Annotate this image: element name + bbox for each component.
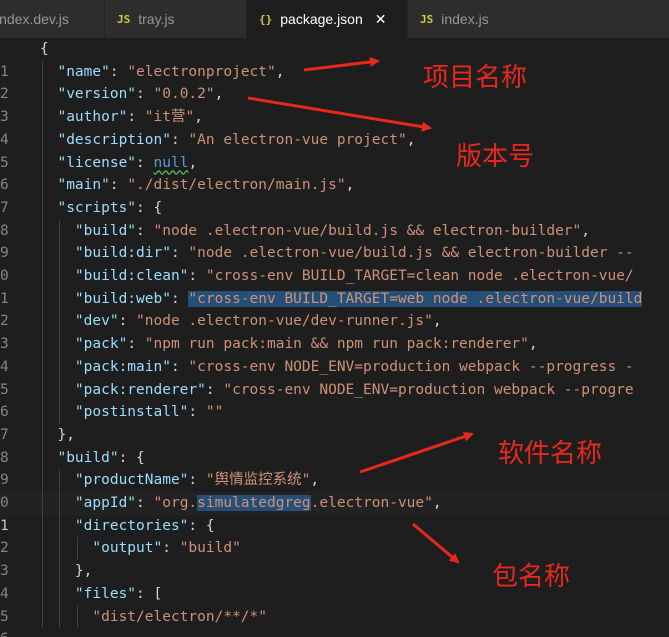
json-string-highlighted: "cross-env BUILD_TARGET=web node .electr… (188, 290, 643, 307)
json-string: "node .electron-vue/build.js && electron… (153, 222, 582, 239)
indent-guide (59, 219, 60, 424)
json-key: "name" (57, 63, 110, 80)
code-token: { (40, 41, 49, 57)
tab-tray-js[interactable]: JS tray.js (105, 0, 247, 38)
json-string: "npm run pack:main && npm run pack:rende… (144, 336, 529, 353)
indent-guide (77, 537, 78, 561)
code-token: }, (57, 426, 75, 443)
code-editor[interactable]: 1 { 2 "name": "electronproject", 3 "vers… (0, 38, 669, 637)
tab-index-js[interactable]: JS index.js (408, 0, 669, 38)
code-token: }, (74, 563, 93, 580)
code-line: 7 "main": "./dist/electron/main.js", (0, 174, 669, 216)
json-string: "cross-env NODE_ENV=production webpack -… (223, 381, 634, 398)
json-string: "./dist/electron/main.js" (127, 177, 346, 194)
code-line: 3 "version": "0.0.2", (0, 83, 669, 125)
json-string: "dist/electron/**/*" (92, 608, 267, 625)
tab-label: package.json (280, 11, 363, 27)
json-key: "output" (92, 540, 163, 557)
code-line: 0 "productName": "舆情监控系统", (0, 469, 669, 511)
annotation-project-name: 项目名称 (423, 63, 528, 93)
json-string: "it营" (144, 109, 195, 126)
json-key: "build:dir" (74, 245, 171, 262)
json-key: "productName" (74, 472, 189, 489)
json-key: "build" (57, 449, 119, 466)
javascript-file-icon: JS (420, 12, 434, 26)
json-string: "cross-env NODE_ENV=production webpack -… (188, 358, 634, 375)
annotation-package-name: 包名称 (492, 562, 571, 592)
json-string: "node .electron-vue/build.js && electron… (188, 245, 634, 262)
json-key: "main" (57, 177, 110, 194)
json-key: "version" (57, 86, 137, 103)
json-key: "build:clean" (74, 268, 189, 284)
tab-package-json[interactable]: {} package.json ✕ (247, 0, 408, 38)
code-line: 0 "build:dir": "node .electron-vue/build… (0, 242, 669, 284)
json-string: .electron-vue" (310, 495, 433, 511)
json-string: "electronproject" (127, 63, 276, 80)
json-key: "license" (57, 154, 137, 171)
tab-bar: index.dev.js JS tray.js {} package.json … (0, 0, 669, 38)
code-line: 8 "scripts": { (0, 197, 669, 239)
indent-guide (42, 60, 43, 628)
json-string: "build" (179, 540, 241, 557)
json-key: "build" (74, 222, 137, 239)
code-line: 6 "license": null, (0, 152, 669, 194)
json-string: "" (205, 404, 224, 421)
tab-index-dev-js[interactable]: index.dev.js (0, 0, 105, 38)
close-icon[interactable]: ✕ (375, 11, 387, 28)
code-line: 1 { (0, 38, 669, 80)
json-key: "files" (74, 585, 137, 602)
json-key: "pack:main" (74, 358, 171, 375)
code-line: 2 "build:web": "cross-env BUILD_TARGET=w… (0, 288, 669, 329)
json-null: null (153, 154, 189, 171)
json-key: "postinstall" (74, 404, 189, 421)
json-key: "scripts" (57, 199, 137, 216)
json-key: "dev" (74, 313, 119, 330)
json-string: "舆情监控系统" (205, 472, 311, 489)
json-key: "directories" (74, 517, 189, 534)
json-string: "org. (153, 495, 198, 511)
json-key: "appId" (74, 495, 137, 511)
tab-label: tray.js (138, 11, 175, 27)
vscode-window: index.dev.js JS tray.js {} package.json … (0, 0, 669, 637)
annotation-software-name: 软件名称 (498, 439, 603, 469)
json-key: "pack:renderer" (74, 381, 206, 398)
json-string: "An electron-vue project" (188, 131, 407, 148)
json-string: "cross-env BUILD_TARGET=clean node .elec… (205, 268, 634, 284)
code-line: 6 "dist/electron/**/*" (0, 606, 669, 637)
json-key: "author" (57, 109, 128, 126)
json-key: "description" (57, 131, 171, 148)
code-line: 3 "dev": "node .electron-vue/dev-runner.… (0, 310, 669, 352)
json-key: "build:web" (74, 290, 171, 307)
code-line: 5 "description": "An electron-vue projec… (0, 129, 669, 171)
code-line-current: 1 "appId": "org.simulatedgreg.electron-v… (0, 492, 669, 534)
json-string: "0.0.2" (153, 86, 215, 103)
code-line: 5 "pack:main": "cross-env NODE_ENV=produ… (0, 356, 669, 398)
json-file-icon: {} (259, 12, 273, 26)
code-line: 2 "directories": { (0, 515, 669, 557)
tab-label: index.dev.js (0, 11, 69, 27)
json-string: "node .electron-vue/dev-runner.js" (136, 313, 433, 330)
code-line: 2 "name": "electronproject", (0, 61, 669, 103)
code-line: 4 "pack": "npm run pack:main && npm run … (0, 333, 669, 375)
code-line: 6 "pack:renderer": "cross-env NODE_ENV=p… (0, 379, 669, 421)
code-line: 7 "postinstall": "" (0, 401, 669, 443)
line-number: 6 (0, 628, 14, 637)
annotation-version-number: 版本号 (456, 142, 535, 172)
code-line: 9 "build": "node .electron-vue/build.js … (0, 220, 669, 262)
code-line: 1 "build:clean": "cross-env BUILD_TARGET… (0, 265, 669, 307)
indent-guide (59, 469, 60, 629)
text-selection[interactable]: simulatedgreg (197, 495, 311, 511)
code-line: 4 "author": "it营", (0, 106, 669, 148)
json-key: "pack" (74, 336, 128, 353)
indent-guide (77, 605, 78, 629)
tab-label: index.js (441, 11, 489, 27)
javascript-file-icon: JS (117, 12, 131, 26)
